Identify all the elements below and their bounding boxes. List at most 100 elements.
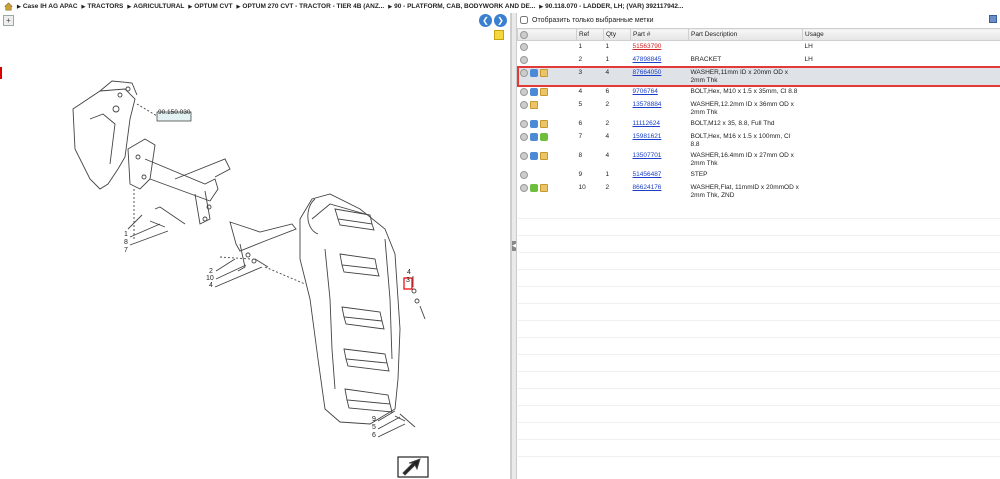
part-number-link[interactable]: 9706764 — [633, 88, 658, 95]
package-icon[interactable] — [539, 68, 548, 77]
table-row[interactable]: 9 1 51456487 STEP — [518, 169, 1000, 182]
row-actions — [517, 181, 577, 202]
package-icon[interactable] — [539, 151, 548, 160]
table-row[interactable]: 1 1 51563790 LH — [518, 41, 1000, 54]
column-header-qty[interactable]: Qty — [603, 28, 631, 41]
qty-cell: 4 — [605, 151, 610, 159]
table-row[interactable]: 10 2 86624176 WASHER,Flat, 11mmID x 20mmOD … — [517, 181, 1000, 202]
replace-icon[interactable] — [529, 183, 538, 192]
settings-icon[interactable] — [519, 43, 528, 51]
part-number-link[interactable]: 13578884 — [633, 101, 662, 108]
expand-icon[interactable]: + — [3, 15, 14, 26]
part-number-link[interactable]: 86624176 — [633, 184, 662, 191]
next-diagram-button[interactable]: ❯ — [494, 14, 507, 27]
parts-diagram[interactable] — [0, 29, 510, 479]
filter-checkbox[interactable] — [520, 16, 528, 24]
empty-row — [517, 269, 1000, 287]
package-icon[interactable] — [539, 87, 548, 96]
callout-label[interactable]: 9 — [372, 416, 376, 423]
share-icon[interactable] — [529, 151, 538, 160]
share-icon[interactable] — [529, 119, 538, 128]
replace-icon[interactable] — [539, 132, 548, 141]
breadcrumb-item[interactable]: 90 - PLATFORM, CAB, BODYWORK AND DE... — [388, 3, 535, 10]
table-row[interactable]: 4 6 9706764 BOLT,Hex, M10 x 1.5 x 35mm, Cl … — [517, 85, 1000, 99]
part-number-link[interactable]: 87664050 — [633, 69, 662, 76]
settings-icon[interactable] — [520, 30, 528, 39]
breadcrumb-item[interactable]: TRACTORS — [82, 3, 123, 10]
qty-cell: 4 — [605, 132, 610, 140]
filter-selected-toggle[interactable]: Отобразить только выбранные метки — [520, 14, 653, 26]
row-actions — [517, 53, 577, 67]
callout-label[interactable]: 6 — [372, 432, 376, 439]
ref-cell: 4 — [578, 87, 583, 95]
breadcrumb-item[interactable]: AGRICULTURAL — [127, 3, 184, 10]
part-number-link[interactable]: 13507701 — [633, 152, 662, 159]
breadcrumb-item[interactable]: OPTUM CVT — [188, 3, 232, 10]
share-icon[interactable] — [529, 132, 538, 141]
package-icon[interactable] — [539, 119, 548, 128]
table-row[interactable]: 7 4 15981621 BOLT,Hex, M16 x 1.5 x 100mm, C… — [518, 131, 1000, 150]
table-row[interactable]: 5 2 13578884 WASHER,12.2mm ID x 36mm OD x 2… — [518, 99, 1000, 118]
breadcrumb-item[interactable]: OPTUM 270 CVT - TRACTOR - TIER 4B (ANZ..… — [237, 3, 384, 10]
ref-cell: 3 — [578, 68, 583, 76]
settings-icon[interactable] — [519, 55, 528, 64]
panel-options-icon[interactable] — [989, 15, 997, 23]
callout-label[interactable]: 1 — [124, 231, 128, 238]
part-number-link[interactable]: 51456487 — [633, 171, 662, 178]
package-icon[interactable] — [529, 100, 538, 109]
parts-list-pane: Отобразить только выбранные метки Ref Qt… — [516, 13, 1000, 479]
reference-box-label[interactable]: 90.150.030 — [158, 109, 191, 116]
breadcrumb-item[interactable]: Case IH AG APAC — [17, 3, 78, 10]
settings-icon[interactable] — [519, 170, 528, 179]
column-header-ref[interactable]: Ref — [576, 28, 604, 41]
collapse-icon[interactable]: ◀ — [512, 241, 516, 251]
settings-icon[interactable] — [519, 119, 528, 128]
settings-icon[interactable] — [519, 132, 528, 141]
callout-label[interactable]: 8 — [124, 239, 128, 246]
empty-row — [517, 405, 1000, 423]
ref-cell: 5 — [578, 100, 583, 108]
share-icon[interactable] — [529, 87, 538, 96]
qty-cell: 2 — [605, 183, 610, 191]
qty-cell: 1 — [605, 43, 610, 50]
part-number-link[interactable]: 15981621 — [633, 133, 662, 140]
part-number-link[interactable]: 47898845 — [633, 56, 662, 63]
description-cell: BOLT,Hex, M10 x 1.5 x 35mm, Cl 8.8 — [690, 87, 798, 95]
settings-icon[interactable] — [519, 151, 528, 160]
callout-label[interactable]: 10 — [206, 275, 214, 282]
home-icon[interactable] — [4, 2, 13, 11]
table-row[interactable]: 2 1 47898845 BRACKET LH — [517, 53, 1000, 67]
description-cell: BRACKET — [690, 55, 722, 63]
column-header-part-number[interactable]: Part # — [630, 28, 689, 41]
breadcrumb-item[interactable]: 90.118.070 - LADDER, LH; (VAR) 392117942… — [539, 3, 683, 10]
callout-label[interactable]: 4 — [407, 269, 411, 276]
column-header-usage[interactable]: Usage — [802, 28, 1000, 41]
settings-icon[interactable] — [519, 87, 528, 96]
qty-cell: 1 — [605, 170, 610, 178]
package-icon[interactable] — [539, 183, 548, 192]
callout-label-selected[interactable]: 3 — [406, 277, 410, 284]
settings-icon[interactable] — [519, 183, 528, 192]
settings-icon[interactable] — [519, 100, 528, 109]
callout-label[interactable]: 5 — [372, 424, 376, 431]
ref-cell: 10 — [578, 183, 586, 191]
empty-row — [517, 303, 1000, 321]
description-cell: WASHER,Flat, 11mmID x 20mmOD x 2mm Thk, … — [690, 183, 799, 199]
empty-row — [517, 371, 1000, 389]
share-icon[interactable] — [529, 68, 538, 77]
callout-label[interactable]: 7 — [124, 247, 128, 254]
empty-row — [517, 286, 1000, 304]
part-number-link[interactable]: 51563790 — [633, 43, 662, 50]
table-row[interactable]: 8 4 13507701 WASHER,16.4mm ID x 27mm OD x 2… — [517, 149, 1000, 169]
table-row[interactable]: 6 2 11112624 BOLT,M12 x 35, 8.8, Full Thd — [517, 117, 1000, 131]
column-header-description[interactable]: Part Description — [688, 28, 803, 41]
settings-icon[interactable] — [519, 68, 528, 77]
table-row[interactable]: 3 4 87664050 WASHER,11mm ID x 20mm OD x 2mm… — [516, 65, 1000, 87]
description-cell: BOLT,Hex, M16 x 1.5 x 100mm, Cl 8.8 — [690, 132, 791, 148]
previous-diagram-button[interactable]: ❮ — [479, 14, 492, 27]
callout-label[interactable]: 4 — [209, 282, 213, 289]
part-number-link[interactable]: 11112624 — [633, 120, 660, 127]
column-header-actions[interactable] — [517, 28, 577, 41]
empty-row — [517, 218, 1000, 236]
callout-label[interactable]: 2 — [209, 268, 213, 275]
